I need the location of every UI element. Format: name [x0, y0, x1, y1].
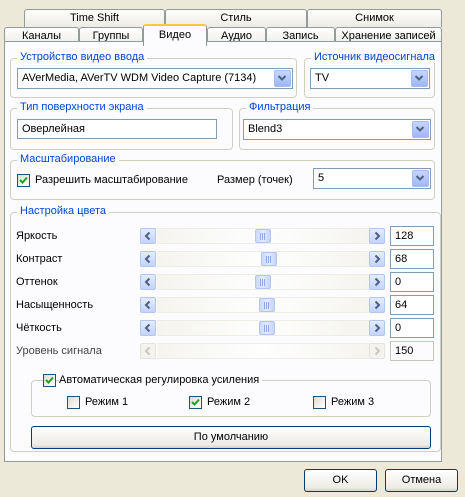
slider-track[interactable]	[157, 274, 369, 290]
chevron-left-icon	[141, 300, 155, 315]
slider-right-button[interactable]	[369, 251, 385, 267]
scaling-size-select[interactable]: 5	[313, 168, 431, 189]
slider-left-button[interactable]	[140, 297, 156, 313]
video-source-select[interactable]: TV	[310, 68, 430, 89]
slider-track[interactable]	[157, 251, 369, 267]
chevron-left-icon	[141, 231, 155, 246]
chevron-down-icon	[411, 70, 428, 87]
surface-type-field[interactable]: Оверлейная	[17, 119, 217, 139]
default-button[interactable]: По умолчанию	[31, 426, 431, 449]
slider-right-button[interactable]	[369, 228, 385, 244]
mode1-label: Режим 1	[85, 396, 129, 408]
chevron-left-icon	[141, 323, 155, 338]
ok-button[interactable]: OK	[304, 469, 377, 492]
tab-video[interactable]: Видео	[143, 24, 207, 46]
slider-left-button[interactable]	[140, 251, 156, 267]
slider-track[interactable]	[157, 228, 369, 244]
chevron-down-icon	[274, 70, 291, 87]
chevron-right-icon	[370, 231, 384, 246]
slider-left-button[interactable]	[140, 320, 156, 336]
chevron-down-icon	[412, 121, 429, 138]
input-device-select[interactable]: AVerMedia, AVerTV WDM Video Capture (713…	[17, 68, 293, 89]
mode3-checkbox[interactable]	[313, 396, 326, 409]
checkmark-icon	[191, 398, 200, 406]
chevron-right-icon	[370, 300, 384, 315]
video-tab-panel: Устройство видео ввода AVerMedia, AVerTV…	[4, 41, 442, 462]
slider-thumb[interactable]	[255, 229, 271, 243]
slider-track[interactable]	[157, 297, 369, 313]
slider-thumb[interactable]	[259, 298, 275, 312]
slider-value[interactable]: 0	[390, 272, 434, 292]
slider-thumb[interactable]	[261, 252, 277, 266]
input-device-legend: Устройство видео ввода	[17, 51, 148, 63]
mode2-checkbox[interactable]	[189, 396, 202, 409]
chevron-right-icon	[370, 346, 384, 361]
slider-label: Насыщенность	[16, 299, 94, 311]
video-source-legend: Источник видеосигнала	[311, 51, 439, 63]
slider-left-button	[140, 343, 156, 359]
chevron-right-icon	[370, 323, 384, 338]
slider-label: Яркость	[16, 230, 58, 242]
allow-scaling-label: Разрешить масштабирование	[35, 174, 188, 186]
filtering-select[interactable]: Blend3	[243, 119, 431, 140]
chevron-right-icon	[370, 254, 384, 269]
slider-right-button[interactable]	[369, 297, 385, 313]
scaling-size-label: Размер (точек)	[217, 174, 293, 186]
mode3-label: Режим 3	[331, 396, 375, 408]
slider-thumb[interactable]	[255, 275, 271, 289]
mode2-label: Режим 2	[207, 396, 251, 408]
allow-scaling-checkbox[interactable]	[17, 174, 30, 187]
slider-label: Оттенок	[16, 276, 58, 288]
slider-track[interactable]	[157, 320, 369, 336]
mode1-checkbox[interactable]	[67, 396, 80, 409]
slider-value[interactable]: 0	[390, 318, 434, 338]
slider-value: 150	[390, 341, 434, 361]
slider-value[interactable]: 128	[390, 226, 434, 246]
surface-type-legend: Тип поверхности экрана	[17, 101, 147, 113]
slider-label: Контраст	[16, 253, 63, 265]
chevron-right-icon	[370, 277, 384, 292]
slider-right-button	[369, 343, 385, 359]
slider-left-button[interactable]	[140, 274, 156, 290]
agc-label: Автоматическая регулировка усиления	[59, 374, 263, 387]
video-source-value: TV	[315, 72, 330, 84]
checkmark-icon	[19, 176, 28, 184]
chevron-down-icon	[412, 170, 429, 187]
filtering-value: Blend3	[248, 123, 283, 135]
slider-label: Чёткость	[16, 322, 62, 334]
slider-right-button[interactable]	[369, 274, 385, 290]
tab-snapshot[interactable]: Снимок	[307, 9, 442, 27]
filtering-legend: Фильтрация	[246, 101, 314, 113]
scaling-size-value: 5	[318, 172, 325, 184]
chevron-left-icon	[141, 346, 155, 361]
slider-value[interactable]: 68	[390, 249, 434, 269]
cancel-button[interactable]: Отмена	[385, 469, 458, 492]
slider-label: Уровень сигнала	[16, 345, 102, 357]
input-device-value: AVerMedia, AVerTV WDM Video Capture (713…	[22, 72, 257, 84]
slider-value[interactable]: 64	[390, 295, 434, 315]
chevron-left-icon	[141, 277, 155, 292]
color-settings-legend: Настройка цвета	[17, 205, 110, 217]
checkmark-icon	[45, 376, 54, 384]
slider-thumb[interactable]	[259, 321, 275, 335]
agc-checkbox[interactable]	[43, 374, 56, 387]
chevron-left-icon	[141, 254, 155, 269]
slider-right-button[interactable]	[369, 320, 385, 336]
slider-track	[157, 343, 369, 359]
slider-left-button[interactable]	[140, 228, 156, 244]
scaling-legend: Масштабирование	[17, 153, 119, 165]
